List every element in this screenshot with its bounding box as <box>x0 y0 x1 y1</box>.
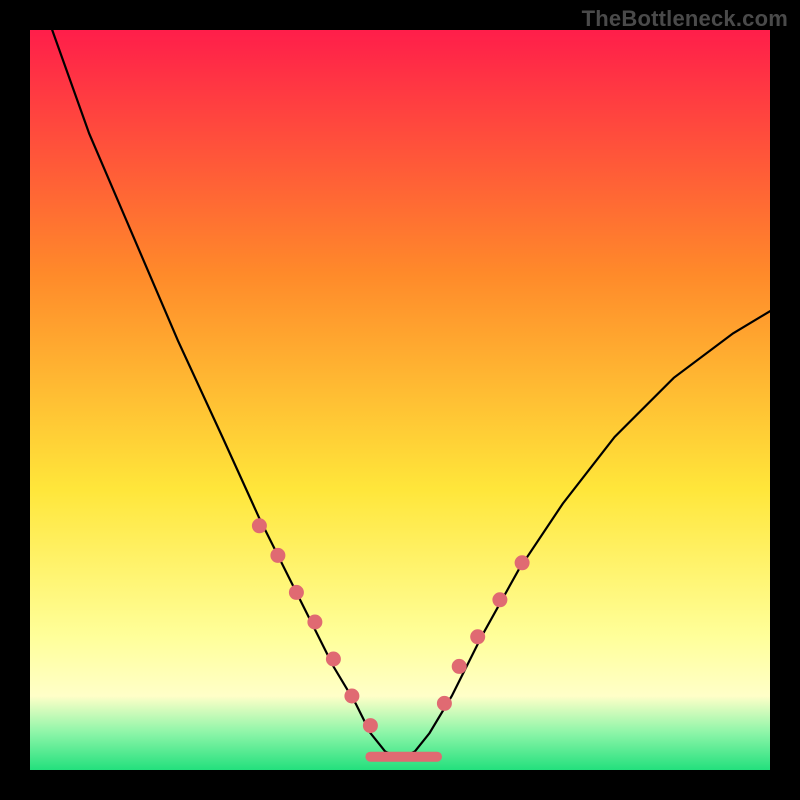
plot-area <box>30 30 770 770</box>
marker-dot <box>289 585 303 599</box>
marker-dot <box>493 593 507 607</box>
marker-dot <box>452 659 466 673</box>
marker-dot <box>308 615 322 629</box>
marker-dot <box>345 689 359 703</box>
marker-dot <box>271 548 285 562</box>
gradient-background <box>30 30 770 770</box>
marker-dot <box>471 630 485 644</box>
watermark-text: TheBottleneck.com <box>582 6 788 32</box>
marker-dot <box>515 556 529 570</box>
chart-frame: TheBottleneck.com <box>0 0 800 800</box>
marker-dot <box>437 696 451 710</box>
marker-dot <box>326 652 340 666</box>
marker-dot <box>252 519 266 533</box>
plot-svg <box>30 30 770 770</box>
marker-dot <box>363 719 377 733</box>
